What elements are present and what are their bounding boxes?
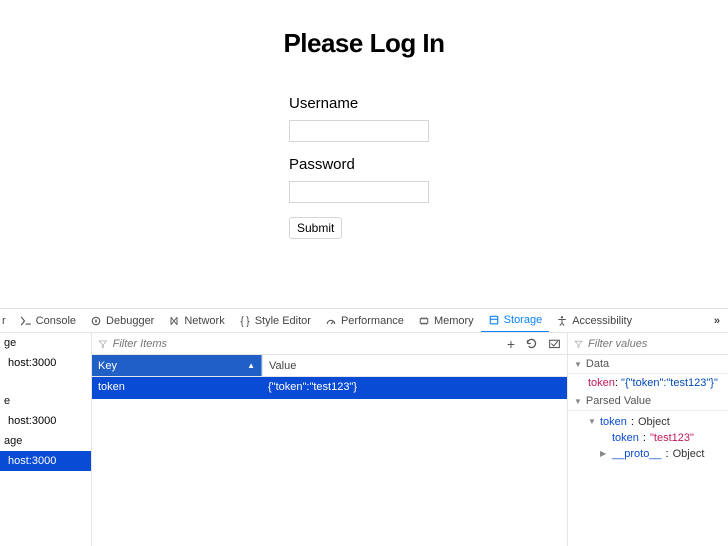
- filter-items-input[interactable]: [113, 338, 499, 350]
- tab-overflow[interactable]: »: [706, 315, 728, 327]
- filter-icon: [574, 339, 583, 349]
- login-form: Username Password Submit: [289, 95, 439, 239]
- storage-icon: [488, 314, 500, 326]
- cell-value: {"token":"test123"}: [262, 377, 567, 399]
- username-label: Username: [289, 95, 439, 112]
- disclosure-open-icon: ▼: [588, 414, 596, 430]
- refresh-icon[interactable]: [525, 337, 538, 350]
- storage-toolbar: +: [92, 333, 567, 355]
- disclosure-open-icon: ▼: [574, 360, 582, 369]
- debugger-icon: [90, 315, 102, 327]
- add-item-button[interactable]: +: [507, 336, 515, 352]
- parsed-tree: ▼ token: Object token: "test123" ▶ __pro…: [568, 411, 728, 465]
- tab-console[interactable]: Console: [13, 309, 83, 333]
- password-label: Password: [289, 156, 439, 173]
- filter-values-input[interactable]: [588, 338, 722, 350]
- storage-table: + Key ▲ Value token {"token":"test123"}: [92, 333, 568, 546]
- delete-icon[interactable]: [548, 337, 561, 350]
- storage-details: ▼ Data token: "{"token":"test123"}" ▼ Pa…: [568, 333, 728, 546]
- tab-storage[interactable]: Storage: [481, 309, 550, 333]
- table-header: Key ▲ Value: [92, 355, 567, 377]
- data-kv: token: "{"token":"test123"}": [568, 374, 728, 392]
- tab-debugger[interactable]: Debugger: [83, 309, 161, 333]
- storage-group[interactable]: e: [0, 391, 91, 411]
- storage-sidebar: ge host:3000 e host:3000 age host:3000: [0, 333, 92, 546]
- network-icon: [168, 315, 180, 327]
- tab-accessibility[interactable]: Accessibility: [549, 309, 639, 333]
- devtools-panel: r Console Debugger Network Style Editor …: [0, 308, 728, 546]
- tab-memory[interactable]: Memory: [411, 309, 481, 333]
- table-row[interactable]: token {"token":"test123"}: [92, 377, 567, 399]
- storage-host[interactable]: host:3000: [0, 411, 91, 431]
- tab-network[interactable]: Network: [161, 309, 231, 333]
- column-key[interactable]: Key ▲: [92, 355, 262, 376]
- section-parsed[interactable]: ▼ Parsed Value: [568, 392, 728, 411]
- sort-asc-icon: ▲: [247, 361, 255, 370]
- performance-icon: [325, 315, 337, 327]
- username-input[interactable]: [289, 120, 429, 142]
- disclosure-open-icon: ▼: [574, 397, 582, 406]
- devtools-tabbar: r Console Debugger Network Style Editor …: [0, 309, 728, 333]
- tree-node[interactable]: ▼ token: Object: [576, 414, 722, 430]
- cell-key: token: [92, 377, 262, 399]
- disclosure-closed-icon: ▶: [600, 446, 608, 462]
- filter-icon: [98, 339, 108, 349]
- style-editor-icon: [239, 315, 251, 327]
- tree-node[interactable]: ▶ __proto__: Object: [576, 446, 722, 462]
- tab-performance[interactable]: Performance: [318, 309, 411, 333]
- console-icon: [20, 315, 32, 327]
- page-title: Please Log In: [0, 28, 728, 59]
- storage-group[interactable]: age: [0, 431, 91, 451]
- storage-group[interactable]: ge: [0, 333, 91, 353]
- storage-host[interactable]: host:3000: [0, 353, 91, 373]
- tab-inspector-partial[interactable]: r: [2, 309, 13, 333]
- memory-icon: [418, 315, 430, 327]
- column-value[interactable]: Value: [262, 355, 567, 376]
- tree-node[interactable]: token: "test123": [576, 430, 722, 446]
- submit-button[interactable]: Submit: [289, 217, 342, 239]
- password-input[interactable]: [289, 181, 429, 203]
- storage-host-selected[interactable]: host:3000: [0, 451, 91, 471]
- section-data[interactable]: ▼ Data: [568, 355, 728, 374]
- tab-style-editor[interactable]: Style Editor: [232, 309, 318, 333]
- accessibility-icon: [556, 315, 568, 327]
